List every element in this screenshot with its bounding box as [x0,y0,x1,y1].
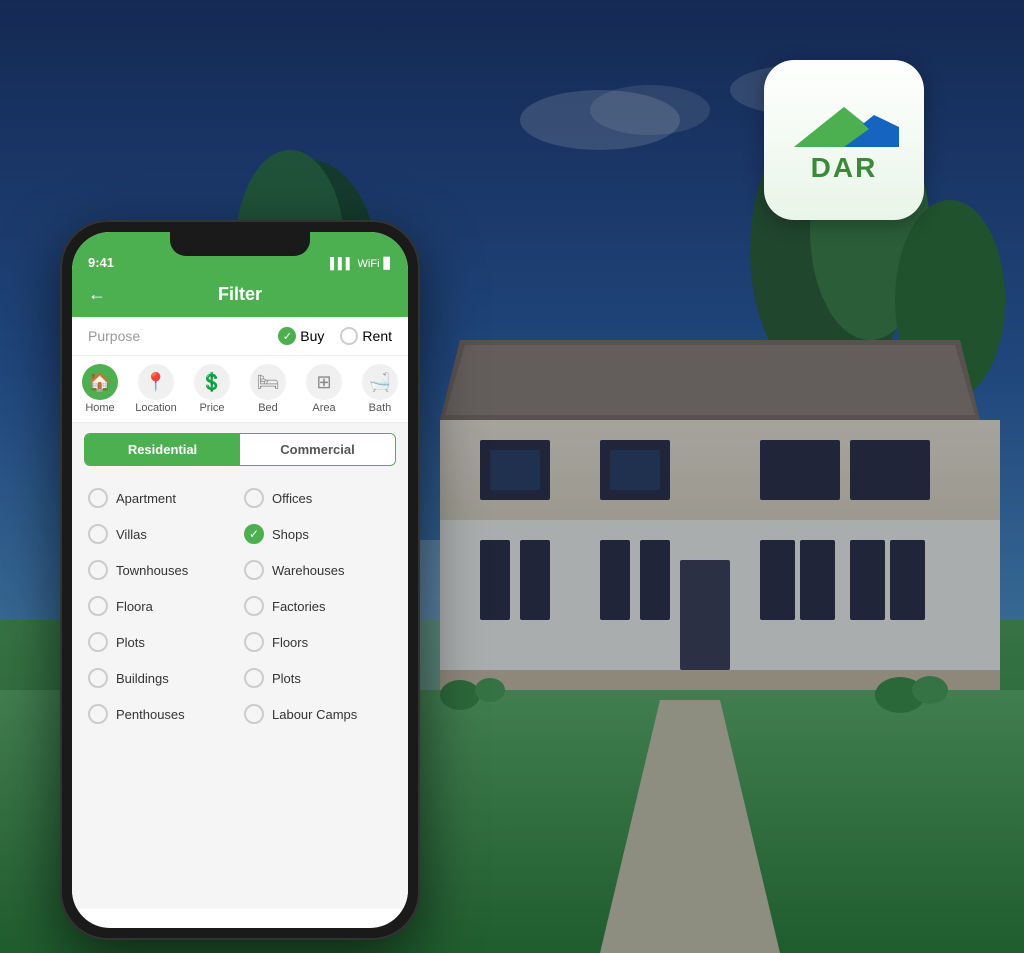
purpose-label: Purpose [88,328,140,344]
factories-label: Factories [272,599,325,614]
list-item[interactable]: Plots [240,660,396,696]
bed-icon: 🛏 [250,364,286,400]
villas-checkbox[interactable] [88,524,108,544]
back-button[interactable]: ← [88,284,106,305]
list-item[interactable]: Penthouses [84,696,240,732]
plots-label: Plots [116,635,145,650]
nav-tab-price[interactable]: 💲 Price [184,364,240,414]
phone-device: 9:41 ▌▌▌ WiFi ▊ ← Filter Purpose [60,220,420,940]
nav-bath-label: Bath [369,402,392,414]
dar-logo-text: DAR [811,152,878,184]
townhouses-label: Townhouses [116,563,188,578]
floors-checkbox[interactable] [244,632,264,652]
commercial-tab[interactable]: Commercial [240,434,395,465]
nav-tab-bath[interactable]: 🛁 Bath [352,364,408,414]
area-icon: ⊞ [306,364,342,400]
app-header: ← Filter [72,276,408,317]
buy-label: Buy [300,328,324,344]
phone-screen: 9:41 ▌▌▌ WiFi ▊ ← Filter Purpose [72,232,408,928]
property-list: Apartment Offices Villas ✓ Shops [72,476,408,736]
list-item[interactable]: ✓ Shops [240,516,396,552]
header-title: Filter [218,284,262,305]
labour-camps-checkbox[interactable] [244,704,264,724]
rent-label: Rent [362,328,392,344]
list-item[interactable]: Buildings [84,660,240,696]
buildings-checkbox[interactable] [88,668,108,688]
list-item[interactable]: Floors [240,624,396,660]
warehouses-checkbox[interactable] [244,560,264,580]
apartment-checkbox[interactable] [88,488,108,508]
rent-radio[interactable] [340,327,358,345]
nav-tabs: 🏠 Home 📍 Location 💲 Price 🛏 Bed [72,356,408,423]
floors-label: Floors [272,635,308,650]
buildings-label: Buildings [116,671,169,686]
list-item[interactable]: Offices [240,480,396,516]
buy-radio[interactable]: ✓ [278,327,296,345]
category-tabs: Residential Commercial [84,433,396,466]
purpose-options: ✓ Buy Rent [278,327,392,345]
floora-label: Floora [116,599,153,614]
app-body[interactable]: Purpose ✓ Buy Rent [72,317,408,909]
list-item[interactable]: Villas [84,516,240,552]
nav-home-label: Home [85,402,114,414]
plots-checkbox[interactable] [88,632,108,652]
list-item[interactable]: Labour Camps [240,696,396,732]
list-item[interactable]: Apartment [84,480,240,516]
status-icons: ▌▌▌ WiFi ▊ [330,257,392,270]
shops-checkbox[interactable]: ✓ [244,524,264,544]
purpose-row: Purpose ✓ Buy Rent [72,317,408,356]
phone-outer-shell: 9:41 ▌▌▌ WiFi ▊ ← Filter Purpose [60,220,420,940]
list-item[interactable]: Townhouses [84,552,240,588]
plots2-label: Plots [272,671,301,686]
price-icon: 💲 [194,364,230,400]
shops-label: Shops [272,527,309,542]
nav-price-label: Price [199,402,224,414]
list-item[interactable]: Plots [84,624,240,660]
nav-tab-area[interactable]: ⊞ Area [296,364,352,414]
warehouses-label: Warehouses [272,563,345,578]
dar-logo: DAR [764,60,924,220]
nav-tab-location[interactable]: 📍 Location [128,364,184,414]
signal-icon: ▌▌▌ [330,258,353,270]
residential-tab[interactable]: Residential [85,434,240,465]
status-time: 9:41 [88,255,114,270]
offices-checkbox[interactable] [244,488,264,508]
factories-checkbox[interactable] [244,596,264,616]
dar-roof-icon [789,97,899,157]
apartment-label: Apartment [116,491,176,506]
battery-icon: ▊ [384,257,392,270]
nav-bed-label: Bed [258,402,278,414]
home-icon: 🏠 [82,364,118,400]
floora-checkbox[interactable] [88,596,108,616]
penthouses-checkbox[interactable] [88,704,108,724]
list-item[interactable]: Floora [84,588,240,624]
buy-option[interactable]: ✓ Buy [278,327,324,345]
bath-icon: 🛁 [362,364,398,400]
location-icon: 📍 [138,364,174,400]
labour-camps-label: Labour Camps [272,707,357,722]
list-item[interactable]: Factories [240,588,396,624]
nav-tab-home[interactable]: 🏠 Home [72,364,128,414]
list-item[interactable]: Warehouses [240,552,396,588]
wifi-icon: WiFi [358,258,380,270]
nav-area-label: Area [312,402,335,414]
nav-location-label: Location [135,402,177,414]
nav-tab-bed[interactable]: 🛏 Bed [240,364,296,414]
phone-notch [170,232,310,256]
plots2-checkbox[interactable] [244,668,264,688]
townhouses-checkbox[interactable] [88,560,108,580]
rent-option[interactable]: Rent [340,327,392,345]
penthouses-label: Penthouses [116,707,185,722]
offices-label: Offices [272,491,312,506]
villas-label: Villas [116,527,147,542]
